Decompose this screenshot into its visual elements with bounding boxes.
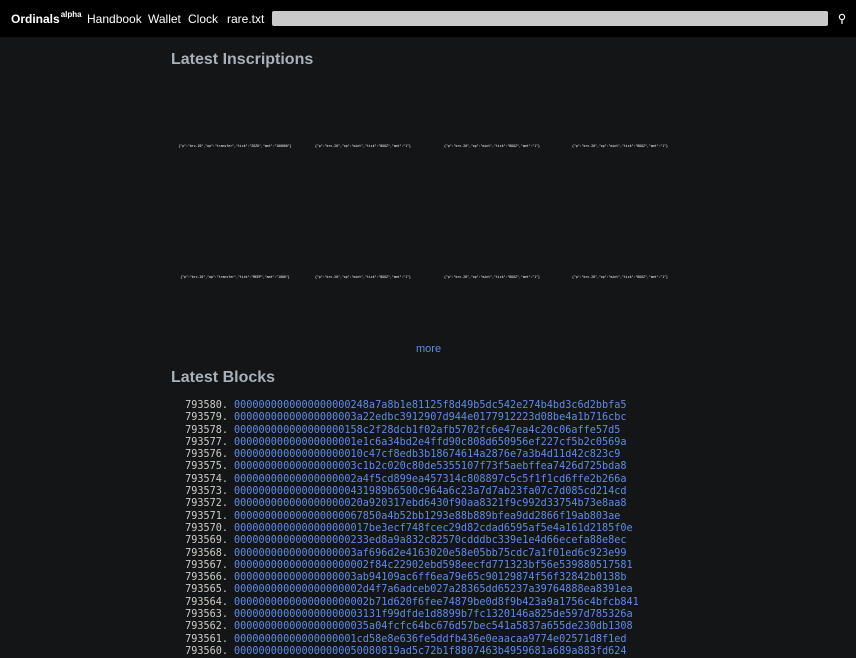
block-list-item: 793563. 000000000000000000003131f99dfde1d… bbox=[171, 609, 639, 621]
block-height: 793573. bbox=[185, 486, 228, 498]
search-button[interactable] bbox=[835, 10, 849, 28]
inscription-content: {"p":"brc-20","op":"mint","tick":"BOOZ",… bbox=[572, 275, 668, 279]
block-list-item: 793577. 00000000000000000001e1c6a34bd2e4f… bbox=[171, 437, 639, 449]
inscription-content: {"p":"brc-20","op":"mint","tick":"BOOZ",… bbox=[444, 275, 540, 279]
block-height: 793574. bbox=[185, 473, 228, 485]
block-list-item: 793562. 0000000000000000000035a04fcfc64bc… bbox=[171, 621, 639, 633]
inscription-thumbnail[interactable]: {"p":"brc-20","op":"mint","tick":"BOOZ",… bbox=[299, 82, 427, 210]
block-height: 793577. bbox=[185, 436, 228, 448]
block-hash-link[interactable]: 0000000000000000000431989b6500c964a6c23a… bbox=[234, 486, 627, 498]
block-hash-link[interactable]: 00000000000000000003a22edbc3912907d944e0… bbox=[234, 412, 627, 424]
magnifier-icon bbox=[838, 13, 846, 24]
inscription-thumbnail[interactable]: {"p":"brc-20","op":"transfer","tick":"ZO… bbox=[171, 82, 299, 210]
block-height: 793576. bbox=[185, 449, 228, 461]
block-list-item: 793566. 00000000000000000003ab94109ac6ff6… bbox=[171, 572, 639, 584]
blocks-list: 793580. 0000000000000000000248a7a8b1e8112… bbox=[171, 400, 639, 658]
block-height: 793566. bbox=[185, 572, 228, 584]
block-hash-link[interactable]: 00000000000000000003ab94109ac6ff6ea79e65… bbox=[234, 572, 627, 584]
block-hash-link[interactable]: 000000000000000000020a920317ebd6430f90aa… bbox=[234, 498, 627, 510]
block-list-item: 793568. 00000000000000000003af696d2e41630… bbox=[171, 548, 639, 560]
block-hash-link[interactable]: 0000000000000000000017be3ecf748fcec29d82… bbox=[234, 523, 633, 535]
block-height: 793579. bbox=[185, 412, 228, 424]
block-height: 793568. bbox=[185, 547, 228, 559]
block-height: 793563. bbox=[185, 609, 228, 621]
block-height: 793570. bbox=[185, 522, 228, 534]
inscription-content: {"p":"brc-20","op":"mint","tick":"BOOZ",… bbox=[572, 144, 668, 148]
block-hash-link[interactable]: 0000000000000000000233ed8a9a832c82570cdd… bbox=[234, 535, 627, 547]
inscription-thumbnail[interactable]: {"p":"brc-20","op":"mint","tick":"BOOZ",… bbox=[428, 213, 556, 341]
inscription-thumbnail[interactable]: {"p":"brc-20","op":"mint","tick":"BOOZ",… bbox=[556, 213, 684, 341]
block-list-item: 793570. 0000000000000000000017be3ecf748fc… bbox=[171, 523, 639, 535]
block-height: 793569. bbox=[185, 535, 228, 547]
block-list-item: 793561. 00000000000000000001cd58e8e636fe5… bbox=[171, 634, 639, 646]
block-list-item: 793573. 0000000000000000000431989b6500c96… bbox=[171, 486, 639, 498]
block-hash-link[interactable]: 00000000000000000001cd58e8e636fe5ddfb436… bbox=[234, 634, 627, 646]
inscription-content: {"p":"brc-20","op":"mint","tick":"BOOZ",… bbox=[444, 144, 540, 148]
inscription-content: {"p":"brc-20","op":"mint","tick":"BOOZ",… bbox=[315, 275, 411, 279]
block-hash-link[interactable]: 0000000000000000000035a04fcfc64bc676d57b… bbox=[234, 621, 633, 633]
block-height: 793560. bbox=[185, 645, 228, 657]
top-nav-bar: Ordinalsalpha Handbook Wallet Clock rare… bbox=[0, 0, 856, 37]
search-input[interactable] bbox=[272, 11, 828, 26]
latest-blocks-heading: Latest Blocks bbox=[171, 369, 276, 386]
block-hash-link[interactable]: 0000000000000000000002b71d620f6fee74879b… bbox=[234, 597, 639, 609]
block-height: 793580. bbox=[185, 400, 228, 411]
nav-link-clock[interactable]: Clock bbox=[188, 12, 218, 26]
block-list-item: 793575. 00000000000000000003c1b2c020c80de… bbox=[171, 461, 639, 473]
brand-name: Ordinals bbox=[11, 12, 60, 26]
block-list-item: 793564. 0000000000000000000002b71d620f6fe… bbox=[171, 597, 639, 609]
block-hash-link[interactable]: 000000000000000000002d4f7a6adceb027a2836… bbox=[234, 584, 633, 596]
block-list-item: 793580. 0000000000000000000248a7a8b1e8112… bbox=[171, 400, 639, 412]
block-hash-link[interactable]: 0000000000000000000248a7a8b1e81125f8d49b… bbox=[234, 400, 627, 412]
inscription-content: {"p":"brc-20","op":"mint","tick":"BOOZ",… bbox=[315, 144, 411, 148]
block-height: 793565. bbox=[185, 584, 228, 596]
more-inscriptions-link[interactable]: more bbox=[416, 343, 441, 355]
block-hash-link[interactable]: 00000000000000000003af696d2e4163020e58e0… bbox=[234, 548, 627, 560]
block-list-item: 793578. 000000000000000000158c2f28dcb1f02… bbox=[171, 425, 639, 437]
block-hash-link[interactable]: 00000000000000000002a4f5cd899ea457314c80… bbox=[234, 474, 627, 486]
block-hash-link[interactable]: 0000000000000000000002f84c22902ebd598eec… bbox=[234, 560, 633, 572]
block-hash-link[interactable]: 00000000000000000003c1b2c020c80de5355107… bbox=[234, 461, 627, 473]
inscription-thumbnail[interactable]: {"p":"brc-20","op":"mint","tick":"BOOZ",… bbox=[556, 82, 684, 210]
block-hash-link[interactable]: 000000000000000000050080819ad5c72b1f8807… bbox=[234, 646, 627, 658]
block-height: 793571. bbox=[185, 510, 228, 522]
block-hash-link[interactable]: 00000000000000000001e1c6a34bd2e4ffd90c80… bbox=[234, 437, 627, 449]
block-list-item: 793567. 0000000000000000000002f84c22902eb… bbox=[171, 560, 639, 572]
nav-link-rare-txt[interactable]: rare.txt bbox=[227, 12, 264, 26]
block-list-item: 793579. 00000000000000000003a22edbc391290… bbox=[171, 412, 639, 424]
block-list-item: 793560. 000000000000000000050080819ad5c72… bbox=[171, 646, 639, 658]
block-hash-link[interactable]: 000000000000000000003131f99dfde1d8899b7f… bbox=[234, 609, 633, 621]
inscription-content: {"p":"brc-20","op":"transfer","tick":"ME… bbox=[180, 275, 290, 279]
block-list-item: 793574. 00000000000000000002a4f5cd899ea45… bbox=[171, 474, 639, 486]
block-height: 793567. bbox=[185, 559, 228, 571]
brand-home-link[interactable]: Ordinalsalpha bbox=[11, 10, 82, 26]
inscriptions-grid: {"p":"brc-20","op":"transfer","tick":"ZO… bbox=[171, 82, 685, 338]
inscription-content: {"p":"brc-20","op":"transfer","tick":"ZO… bbox=[178, 144, 292, 148]
inscription-thumbnail[interactable]: {"p":"brc-20","op":"mint","tick":"BOOZ",… bbox=[299, 213, 427, 341]
brand-alpha-badge: alpha bbox=[60, 10, 82, 19]
block-hash-link[interactable]: 000000000000000000158c2f28dcb1f02afb5702… bbox=[234, 425, 620, 437]
block-list-item: 793571. 000000000000000000067850a4b52bb12… bbox=[171, 511, 639, 523]
block-list-item: 793569. 0000000000000000000233ed8a9a832c8… bbox=[171, 535, 639, 547]
block-height: 793562. bbox=[185, 621, 228, 633]
inscription-thumbnail[interactable]: {"p":"brc-20","op":"mint","tick":"BOOZ",… bbox=[428, 82, 556, 210]
block-height: 793575. bbox=[185, 461, 228, 473]
nav-link-wallet[interactable]: Wallet bbox=[148, 12, 181, 26]
block-list-item: 793576. 000000000000000000010c47cf8edb3b1… bbox=[171, 449, 639, 461]
block-list-item: 793565. 000000000000000000002d4f7a6adceb0… bbox=[171, 584, 639, 596]
block-height: 793572. bbox=[185, 498, 228, 510]
block-height: 793578. bbox=[185, 424, 228, 436]
latest-inscriptions-heading: Latest Inscriptions bbox=[171, 51, 314, 68]
block-list-item: 793572. 000000000000000000020a920317ebd64… bbox=[171, 498, 639, 510]
nav-link-handbook[interactable]: Handbook bbox=[87, 12, 142, 26]
inscription-thumbnail[interactable]: {"p":"brc-20","op":"transfer","tick":"ME… bbox=[171, 213, 299, 341]
block-height: 793561. bbox=[185, 633, 228, 645]
block-hash-link[interactable]: 000000000000000000010c47cf8edb3b18674614… bbox=[234, 449, 620, 461]
block-hash-link[interactable]: 000000000000000000067850a4b52bb1293e88b8… bbox=[234, 511, 620, 523]
block-height: 793564. bbox=[185, 596, 228, 608]
